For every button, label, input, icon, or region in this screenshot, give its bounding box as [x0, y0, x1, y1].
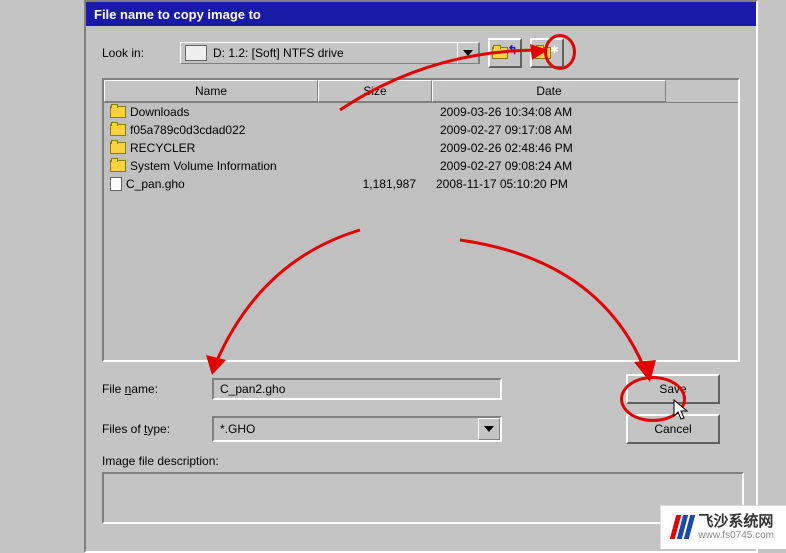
- file-row[interactable]: f05a789c0d3cdad022 2009-02-27 09:17:08 AM: [104, 121, 738, 139]
- file-name: Downloads: [130, 105, 320, 119]
- up-folder-button[interactable]: ↰: [488, 38, 522, 68]
- title-bar: File name to copy image to: [86, 2, 756, 26]
- watermark-title: 飞沙系统网: [698, 514, 774, 531]
- file-date: 2008-11-17 05:10:20 PM: [436, 177, 636, 191]
- col-date-header[interactable]: Date: [432, 80, 666, 102]
- folder-icon: [110, 124, 126, 136]
- folder-icon: [110, 160, 126, 172]
- file-row[interactable]: C_pan.gho1,181,9872008-11-17 05:10:20 PM: [104, 175, 738, 193]
- save-dialog: File name to copy image to Look in: D: 1…: [84, 0, 758, 553]
- file-name: System Volume Information: [130, 159, 320, 173]
- file-size: 1,181,987: [316, 177, 436, 191]
- folder-icon: [110, 106, 126, 118]
- file-row[interactable]: Downloads 2009-03-26 10:34:08 AM: [104, 103, 738, 121]
- drive-text: D: 1.2: [Soft] NTFS drive: [211, 46, 457, 60]
- watermark-url: www.fs0745.com: [698, 530, 774, 541]
- new-folder-button[interactable]: ✱: [530, 38, 564, 68]
- dialog-title: File name to copy image to: [94, 7, 261, 22]
- drive-icon: [185, 45, 207, 61]
- watermark: 飞沙系统网 www.fs0745.com: [660, 505, 786, 550]
- file-name: f05a789c0d3cdad022: [130, 123, 320, 137]
- save-button[interactable]: Save: [626, 374, 720, 404]
- file-list[interactable]: Name Size Date Downloads 2009-03-26 10:34…: [102, 78, 740, 362]
- folder-up-icon: ↰: [492, 47, 517, 59]
- filetype-label: Files of type:: [102, 422, 202, 436]
- file-row[interactable]: System Volume Information 2009-02-27 09:0…: [104, 157, 738, 175]
- folder-icon: [110, 142, 126, 154]
- file-date: 2009-03-26 10:34:08 AM: [440, 105, 640, 119]
- filetype-dropdown-button[interactable]: [478, 418, 500, 440]
- filename-label: File name:: [102, 382, 202, 396]
- filename-input[interactable]: C_pan2.gho: [212, 378, 502, 400]
- file-name: C_pan.gho: [126, 177, 316, 191]
- file-name: RECYCLER: [130, 141, 320, 155]
- file-date: 2009-02-27 09:17:08 AM: [440, 123, 640, 137]
- file-list-header: Name Size Date: [104, 80, 738, 103]
- file-row[interactable]: RECYCLER 2009-02-26 02:48:46 PM: [104, 139, 738, 157]
- file-date: 2009-02-27 09:08:24 AM: [440, 159, 640, 173]
- chevron-down-icon: [463, 50, 473, 56]
- lookin-label: Look in:: [102, 46, 172, 60]
- description-label: Image file description:: [102, 454, 740, 468]
- col-size-header[interactable]: Size: [318, 80, 432, 102]
- new-folder-icon: ✱: [535, 47, 558, 59]
- cancel-button[interactable]: Cancel: [626, 414, 720, 444]
- file-icon: [110, 177, 122, 191]
- file-date: 2009-02-26 02:48:46 PM: [440, 141, 640, 155]
- drive-dropdown-button[interactable]: [457, 42, 479, 64]
- filetype-select[interactable]: *.GHO: [212, 416, 502, 442]
- description-textarea[interactable]: [102, 472, 744, 524]
- col-name-header[interactable]: Name: [104, 80, 318, 102]
- chevron-down-icon: [484, 426, 494, 432]
- watermark-logo-icon: [673, 515, 692, 539]
- drive-select[interactable]: D: 1.2: [Soft] NTFS drive: [180, 42, 480, 64]
